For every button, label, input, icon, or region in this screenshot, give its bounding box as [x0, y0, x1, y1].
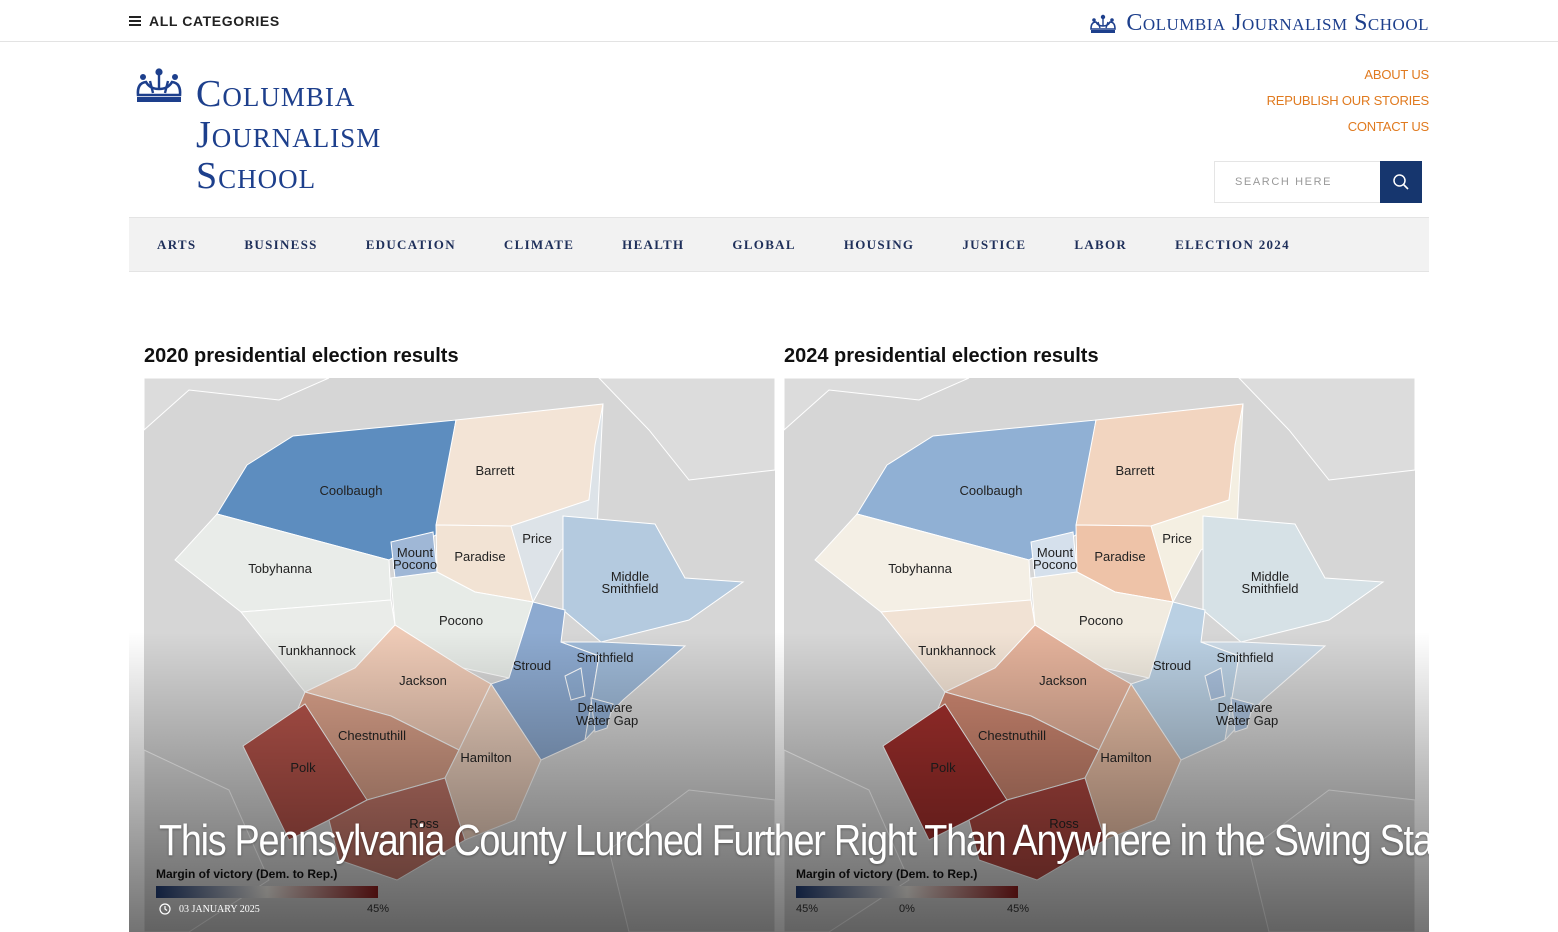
map-label: Polk: [930, 760, 956, 775]
map-label: Smithfield: [1216, 650, 1273, 665]
crown-icon: [1090, 14, 1117, 33]
nav-health[interactable]: HEALTH: [622, 237, 684, 253]
nav-justice[interactable]: JUSTICE: [962, 237, 1026, 253]
map-label: Price: [1162, 531, 1192, 546]
search-input[interactable]: [1215, 162, 1380, 202]
map-label: Pocono: [393, 557, 437, 572]
legend-bar: [156, 886, 378, 898]
hamburger-icon: [129, 16, 141, 26]
map-label: Smithfield: [1241, 581, 1298, 596]
story-date-text: 03 JANUARY 2025: [179, 903, 260, 915]
map-label: Chestnuthill: [338, 728, 406, 743]
top-logo-text: Columbia Journalism School: [1126, 10, 1429, 36]
map-label: Stroud: [513, 658, 551, 673]
republish-link[interactable]: REPUBLISH OUR STORIES: [1267, 88, 1430, 114]
contact-us-link[interactable]: CONTACT US: [1267, 114, 1430, 140]
map-label: Tobyhanna: [248, 561, 312, 576]
map-label: Pocono: [1033, 557, 1077, 572]
map-label: Polk: [290, 760, 316, 775]
search-box: [1214, 161, 1422, 203]
header-links: ABOUT US REPUBLISH OUR STORIES CONTACT U…: [1267, 62, 1430, 140]
map-label: Paradise: [454, 549, 505, 564]
nav-global[interactable]: GLOBAL: [732, 237, 795, 253]
map-label: Price: [522, 531, 552, 546]
map-title-2020: 2020 presidential election results: [144, 345, 459, 367]
nav-housing[interactable]: HOUSING: [844, 237, 915, 253]
top-bar: ALL CATEGORIES Columbia Journalism Schoo…: [0, 0, 1558, 42]
map-label: Tobyhanna: [888, 561, 952, 576]
logo-line: Columbia: [196, 73, 356, 115]
map-label: Water Gap: [576, 713, 638, 728]
map-label: Pocono: [1079, 613, 1123, 628]
featured-story[interactable]: 2020 presidential election results 2024 …: [129, 320, 1429, 932]
map-label: Hamilton: [1100, 750, 1151, 765]
about-us-link[interactable]: ABOUT US: [1267, 62, 1429, 88]
map-label: Tunkhannock: [278, 643, 356, 658]
nav-business[interactable]: BUSINESS: [244, 237, 317, 253]
legend-tick: 45%: [796, 903, 818, 915]
top-logo[interactable]: Columbia Journalism School: [1088, 10, 1429, 37]
map-label: Pocono: [439, 613, 483, 628]
map-label: Water Gap: [1216, 713, 1278, 728]
nav-arts[interactable]: ARTS: [157, 237, 196, 253]
legend-tick: 45%: [367, 903, 389, 915]
clock-icon: [159, 903, 171, 915]
map-label: Coolbaugh: [960, 483, 1023, 498]
all-categories-button[interactable]: ALL CATEGORIES: [129, 13, 280, 29]
map-label: Stroud: [1153, 658, 1191, 673]
map-label: Jackson: [399, 673, 447, 688]
legend-title: Margin of victory (Dem. to Rep.): [796, 867, 977, 881]
map-label: Smithfield: [576, 650, 633, 665]
legend-tick: 0%: [899, 903, 915, 915]
crown-icon: [136, 68, 182, 102]
map-label: Coolbaugh: [320, 483, 383, 498]
map-label: Smithfield: [601, 581, 658, 596]
nav-climate[interactable]: CLIMATE: [504, 237, 574, 253]
category-nav: ARTS BUSINESS EDUCATION CLIMATE HEALTH G…: [129, 217, 1429, 272]
logo-line: School: [196, 155, 317, 197]
legend-title: Margin of victory (Dem. to Rep.): [156, 867, 337, 881]
legend-tick: 45%: [1007, 903, 1029, 915]
nav-labor[interactable]: LABOR: [1074, 237, 1127, 253]
story-headline[interactable]: This Pennsylvania County Lurched Further…: [159, 816, 1429, 866]
map-label: Jackson: [1039, 673, 1087, 688]
map-label: Barrett: [1115, 463, 1154, 478]
search-button[interactable]: [1380, 161, 1422, 203]
nav-election-2024[interactable]: ELECTION 2024: [1175, 237, 1290, 253]
main-logo[interactable]: Columbia Journalism School: [133, 66, 453, 196]
logo-line: Journalism: [196, 114, 382, 156]
search-icon: [1393, 174, 1409, 190]
map-label: Hamilton: [460, 750, 511, 765]
story-date: 03 JANUARY 2025: [159, 903, 260, 915]
legend-bar: [796, 886, 1018, 898]
map-label: Barrett: [475, 463, 514, 478]
map-label: Tunkhannock: [918, 643, 996, 658]
map-title-2024: 2024 presidential election results: [784, 345, 1099, 367]
nav-education[interactable]: EDUCATION: [366, 237, 456, 253]
map-label: Chestnuthill: [978, 728, 1046, 743]
map-label: Paradise: [1094, 549, 1145, 564]
all-categories-label: ALL CATEGORIES: [149, 13, 280, 29]
